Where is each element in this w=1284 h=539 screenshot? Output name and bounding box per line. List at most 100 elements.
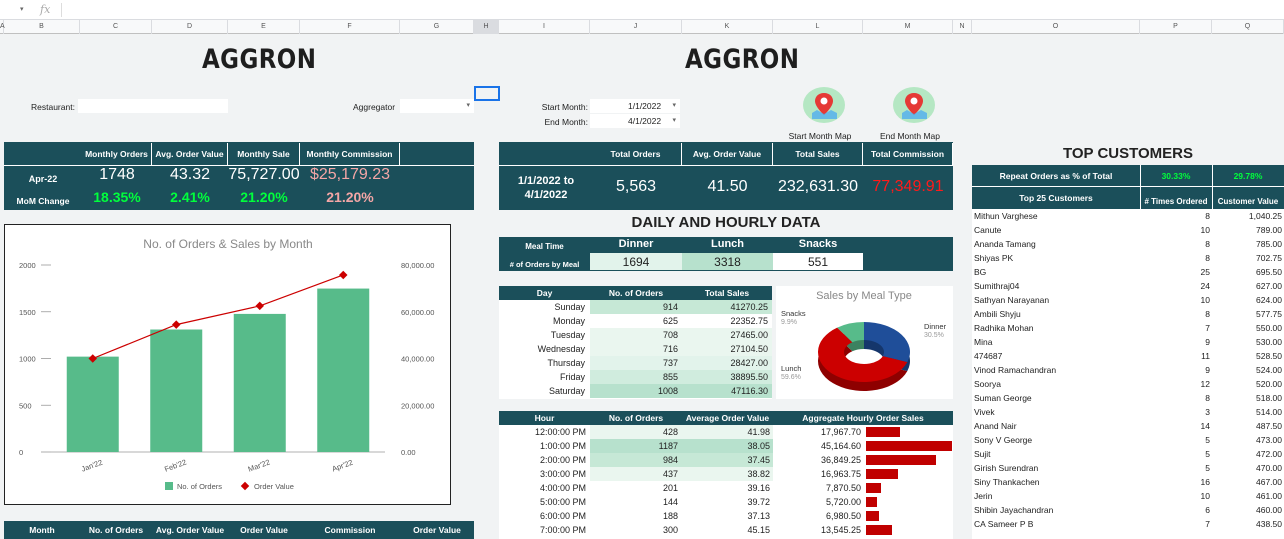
column-header[interactable]: O [972, 20, 1140, 34]
day-day: Tuesday [550, 330, 585, 340]
customer-row: Vinod Ramachandran 9 524.00 [972, 364, 1284, 378]
customer-value: 789.00 [1256, 225, 1282, 235]
day-sales-header: Total Sales [704, 288, 750, 298]
start-map-button[interactable] [803, 87, 845, 123]
y-right-tick-label: 60,000.00 [401, 308, 434, 317]
customer-times: 8 [1205, 211, 1210, 221]
column-header[interactable]: L [773, 20, 863, 34]
column-header[interactable]: M [863, 20, 953, 34]
orders-sales-chart[interactable]: No. of Orders & Sales by Month 0 500 1000 1… [4, 224, 451, 505]
customer-name: 474687 [974, 351, 1003, 361]
hour-sales: 13,545.25 [820, 525, 861, 535]
customer-value: 514.00 [1256, 407, 1282, 417]
legend-swatch-orders [165, 482, 173, 490]
hour-avg: 39.16 [747, 483, 770, 493]
customer-value-header: Customer Value [1217, 197, 1279, 206]
aggregator-select[interactable]: ▾ [400, 99, 474, 113]
hour-orders: 428 [662, 427, 678, 437]
customer-times: 12 [1200, 379, 1210, 389]
day-orders: 1008 [657, 386, 678, 396]
customer-row: BG 25 695.50 [972, 266, 1284, 280]
mom-sale: 21.20% [240, 189, 288, 205]
period-value: 1/1/2022 to 4/1/2022 [517, 175, 575, 201]
column-header[interactable]: K [682, 20, 773, 34]
column-header[interactable]: P [1140, 20, 1212, 34]
customer-value: 520.00 [1256, 379, 1282, 389]
restaurant-label: Restaurant: [31, 102, 75, 112]
column-header[interactable]: F [300, 20, 400, 34]
name-box-dropdown-icon[interactable]: ▾ [20, 5, 24, 13]
formula-bar[interactable]: ▾ fx [0, 0, 1284, 20]
customer-times: 25 [1200, 267, 1210, 277]
fx-label: fx [40, 3, 51, 16]
customer-times: 10 [1200, 491, 1210, 501]
column-header[interactable]: H [474, 20, 499, 34]
customer-times: 3 [1205, 407, 1210, 417]
left-title: AGGRON [202, 44, 317, 75]
day-orders: 708 [662, 330, 678, 340]
column-header[interactable]: C [80, 20, 152, 34]
pie-svg: Sales by Meal Type Dinner30.5% Lunch59.6%… [781, 290, 947, 391]
mom-label: MoM Change [16, 196, 70, 206]
hour-sales-bar [866, 441, 952, 451]
day-day: Monday [552, 316, 585, 326]
column-header[interactable]: E [228, 20, 300, 34]
hour-sales-bar [866, 427, 901, 437]
dinner-orders-cell: 1694 [590, 253, 682, 270]
selected-cell[interactable] [474, 86, 500, 101]
customer-name: Mithun Varghese [974, 211, 1038, 221]
x-tick-label: Jan'22 [80, 458, 104, 474]
hour-orders-header: No. of Orders [608, 413, 664, 423]
customer-row: Vivek 3 514.00 [972, 406, 1284, 420]
restaurant-input[interactable] [78, 99, 228, 113]
column-header[interactable]: Q [1212, 20, 1284, 34]
customer-times: 8 [1205, 309, 1210, 319]
hour-orders: 437 [662, 469, 678, 479]
legend-label-orders: No. of Orders [177, 482, 222, 491]
kpi-divider [499, 165, 953, 166]
column-header[interactable]: J [590, 20, 682, 34]
start-month-select[interactable]: 1/1/2022 ▾ [590, 99, 680, 113]
hour-orders: 300 [662, 525, 678, 535]
chevron-down-icon: ▾ [672, 102, 676, 109]
end-month-select[interactable]: 4/1/2022 ▾ [590, 114, 680, 128]
customer-name: Radhika Mohan [974, 323, 1034, 333]
customer-name: Jerin [974, 491, 993, 501]
pie-pct-label: 30.5% [924, 332, 944, 339]
column-header[interactable]: G [400, 20, 474, 34]
customer-row: Sumithraj04 24 627.00 [972, 280, 1284, 294]
header-monthly-orders: Monthly Orders [82, 143, 152, 165]
repeat-value-1: 30.33% [1161, 171, 1191, 181]
y-left-tick-label: 2000 [19, 261, 36, 270]
customer-name: Shiyas PK [974, 253, 1014, 263]
line-order-value [92, 274, 344, 360]
customer-times: 10 [1200, 225, 1210, 235]
end-month-value: 4/1/2022 [628, 116, 662, 126]
bar-no-of-orders [150, 329, 203, 452]
customer-row: 474687 11 528.50 [972, 350, 1284, 364]
hour-hour: 1:00:00 PM [539, 441, 586, 451]
meal-snacks-header: Snacks [798, 238, 838, 250]
customer-value: 624.00 [1256, 295, 1282, 305]
month-table-column-header: Order Value [413, 525, 461, 535]
customer-row: Ananda Tamang 8 785.00 [972, 238, 1284, 252]
column-header[interactable]: N [953, 20, 972, 34]
column-header[interactable]: D [152, 20, 228, 34]
hour-sales: 7,870.50 [825, 483, 861, 493]
hour-header: Hour [534, 413, 555, 423]
column-header[interactable]: B [4, 20, 80, 34]
customer-times: 16 [1200, 477, 1210, 487]
customer-name: Mina [974, 337, 993, 347]
day-day: Saturday [548, 386, 585, 396]
snacks-orders-cell: 551 [773, 253, 863, 270]
day-sales: 38895.50 [730, 372, 768, 382]
meal-pie-chart[interactable]: Sales by Meal Type Dinner 30.5% Lunch 59.6%… [776, 286, 953, 399]
customer-row: Sathyan Narayanan 10 624.00 [972, 294, 1284, 308]
pie-pct-label: 59.6% [781, 374, 801, 381]
customer-name: Anand Nair [974, 421, 1017, 431]
lunch-orders: 3318 [714, 255, 741, 269]
hour-avg: 39.72 [747, 497, 770, 507]
end-map-button[interactable] [893, 87, 935, 123]
hour-avg: 45.15 [747, 525, 770, 535]
column-header[interactable]: I [499, 20, 590, 34]
